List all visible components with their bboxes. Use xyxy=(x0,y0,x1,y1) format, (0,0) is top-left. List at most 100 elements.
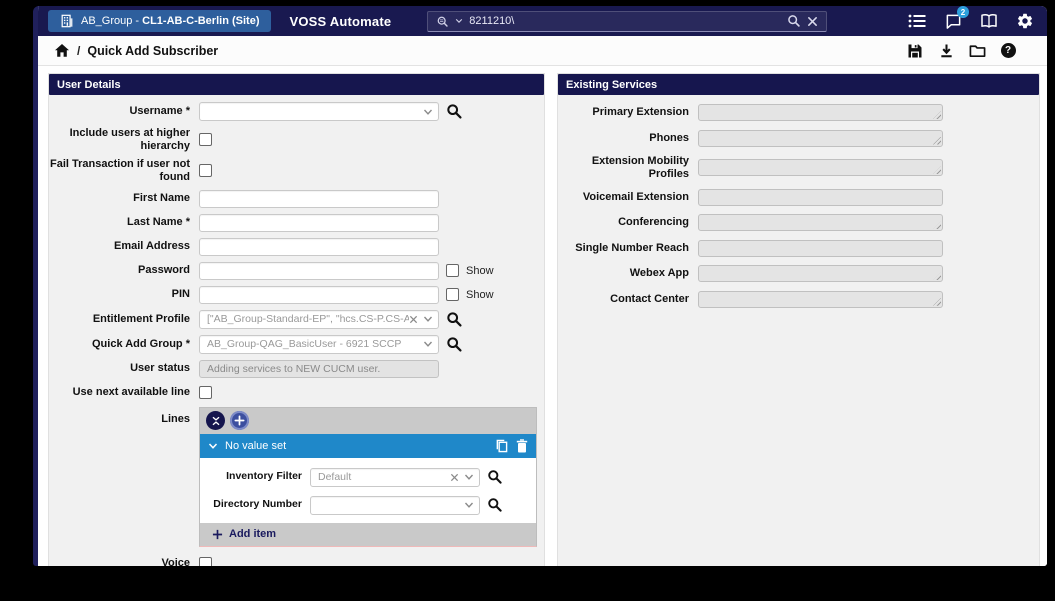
voice-checkbox[interactable] xyxy=(199,557,212,566)
chevron-down-icon[interactable] xyxy=(423,339,433,349)
password-input[interactable] xyxy=(199,262,439,280)
hierarchy-label: AB_Group - CL1-AB-C-Berlin (Site) xyxy=(81,15,259,27)
pin-label: PIN xyxy=(49,288,199,301)
search-clear-icon[interactable] xyxy=(807,16,818,27)
app-title: VOSS Automate xyxy=(289,14,391,29)
directory-number-label: Directory Number xyxy=(200,499,310,511)
app-window: AB_Group - CL1-AB-C-Berlin (Site) VOSS A… xyxy=(33,6,1047,566)
email-label: Email Address xyxy=(49,240,199,253)
lines-group-toolbar xyxy=(200,408,536,434)
directory-number-combobox[interactable] xyxy=(310,496,480,515)
fail-transaction-label: Fail Transaction if user not found xyxy=(49,158,199,183)
voicemail-extension-label: Voicemail Extension xyxy=(558,191,698,204)
include-users-row: Include users at higher hierarchy xyxy=(49,127,536,152)
plus-icon xyxy=(212,529,223,540)
copy-line-icon[interactable] xyxy=(495,439,508,453)
collapse-icon xyxy=(210,415,222,427)
documentation-icon[interactable] xyxy=(979,11,999,31)
password-row: Password Show xyxy=(49,262,536,280)
add-line-button[interactable] xyxy=(230,411,249,430)
search-scope-chevron-icon[interactable] xyxy=(455,17,463,25)
chevron-down-icon[interactable] xyxy=(464,500,474,510)
username-label: Username * xyxy=(49,105,199,118)
extension-mobility-profiles-value xyxy=(698,159,943,176)
phones-label: Phones xyxy=(558,132,698,145)
entitlement-profile-combobox[interactable]: ["AB_Group-Standard-EP", "hcs.CS-P.CS-AB… xyxy=(199,310,439,329)
fail-transaction-checkbox[interactable] xyxy=(199,164,212,177)
notifications-badge: 2 xyxy=(957,6,969,18)
pin-input[interactable] xyxy=(199,286,439,304)
entitlement-profile-label: Entitlement Profile xyxy=(49,313,199,326)
quick-add-group-row: Quick Add Group * AB_Group-QAG_BasicUser… xyxy=(49,335,536,354)
include-users-checkbox[interactable] xyxy=(199,133,212,146)
user-details-header: User Details xyxy=(49,74,544,95)
delete-line-icon[interactable] xyxy=(516,439,528,453)
hierarchy-selector[interactable]: AB_Group - CL1-AB-C-Berlin (Site) xyxy=(48,10,271,32)
primary-extension-row: Primary Extension xyxy=(558,104,1031,121)
inventory-filter-label: Inventory Filter xyxy=(200,471,310,483)
line-item-title: No value set xyxy=(225,440,488,452)
clear-icon[interactable] xyxy=(450,473,459,482)
quick-add-group-combobox[interactable]: AB_Group-QAG_BasicUser - 6921 SCCP xyxy=(199,335,439,354)
transaction-list-icon[interactable] xyxy=(907,11,927,31)
last-name-input[interactable] xyxy=(199,214,439,232)
resize-grip-icon xyxy=(933,111,941,119)
search-submit-icon[interactable] xyxy=(787,14,801,28)
search-input[interactable] xyxy=(469,15,781,27)
chevron-down-icon[interactable] xyxy=(464,472,474,482)
help-icon[interactable]: ? xyxy=(999,42,1017,60)
extension-mobility-profiles-label: Extension Mobility Profiles xyxy=(558,155,698,180)
entitlement-profile-search-icon[interactable] xyxy=(446,311,463,328)
collapse-all-button[interactable] xyxy=(206,411,225,430)
export-download-icon[interactable] xyxy=(937,42,955,60)
last-name-row: Last Name * xyxy=(49,214,536,232)
voicemail-extension-value xyxy=(698,189,943,206)
webex-app-value xyxy=(698,265,943,282)
clone-folder-icon[interactable] xyxy=(968,42,986,60)
page-action-icons: ? xyxy=(906,42,1017,60)
use-next-line-checkbox[interactable] xyxy=(199,386,212,399)
first-name-input[interactable] xyxy=(199,190,439,208)
inventory-filter-search-icon[interactable] xyxy=(487,469,503,485)
top-navigation-bar: AB_Group - CL1-AB-C-Berlin (Site) VOSS A… xyxy=(38,6,1047,36)
password-show-checkbox[interactable] xyxy=(446,264,459,277)
include-users-label: Include users at higher hierarchy xyxy=(49,127,199,152)
use-next-line-label: Use next available line xyxy=(49,386,199,399)
settings-gear-icon[interactable] xyxy=(1015,11,1035,31)
quick-add-group-search-icon[interactable] xyxy=(446,336,463,353)
conferencing-value xyxy=(698,214,943,231)
add-item-label: Add item xyxy=(229,528,276,540)
inventory-filter-combobox[interactable]: Default xyxy=(310,468,480,487)
username-row: Username * xyxy=(49,102,536,121)
webex-app-label: Webex App xyxy=(558,267,698,280)
user-status-row: User status Adding services to NEW CUCM … xyxy=(49,360,536,378)
password-label: Password xyxy=(49,264,199,277)
chevron-down-icon[interactable] xyxy=(423,314,433,324)
save-icon[interactable] xyxy=(906,42,924,60)
pin-show-label: Show xyxy=(466,289,494,301)
add-item-button[interactable]: Add item xyxy=(200,523,536,546)
directory-number-search-icon[interactable] xyxy=(487,497,503,513)
contact-center-value xyxy=(698,291,943,308)
pin-show-checkbox[interactable] xyxy=(446,288,459,301)
fail-transaction-row: Fail Transaction if user not found xyxy=(49,158,536,183)
line-item-body: Inventory Filter Default xyxy=(200,458,536,523)
clear-icon[interactable] xyxy=(409,315,418,324)
contact-center-row: Contact Center xyxy=(558,291,1031,308)
home-icon[interactable] xyxy=(54,43,70,58)
single-number-reach-label: Single Number Reach xyxy=(558,242,698,255)
chevron-down-icon[interactable] xyxy=(423,107,433,117)
search-scope-icon[interactable] xyxy=(436,15,449,28)
user-details-panel: User Details Username * I xyxy=(48,73,545,566)
username-combobox[interactable] xyxy=(199,102,439,121)
voice-label: Voice xyxy=(49,557,199,566)
line-item-header[interactable]: No value set xyxy=(200,434,536,458)
single-number-reach-row: Single Number Reach xyxy=(558,240,1031,257)
email-input[interactable] xyxy=(199,238,439,256)
notifications-icon[interactable]: 2 xyxy=(943,11,963,31)
conferencing-row: Conferencing xyxy=(558,214,1031,231)
page-title: Quick Add Subscriber xyxy=(87,44,218,58)
resize-grip-icon xyxy=(933,298,941,306)
username-search-icon[interactable] xyxy=(446,103,463,120)
user-status-label: User status xyxy=(49,362,199,375)
